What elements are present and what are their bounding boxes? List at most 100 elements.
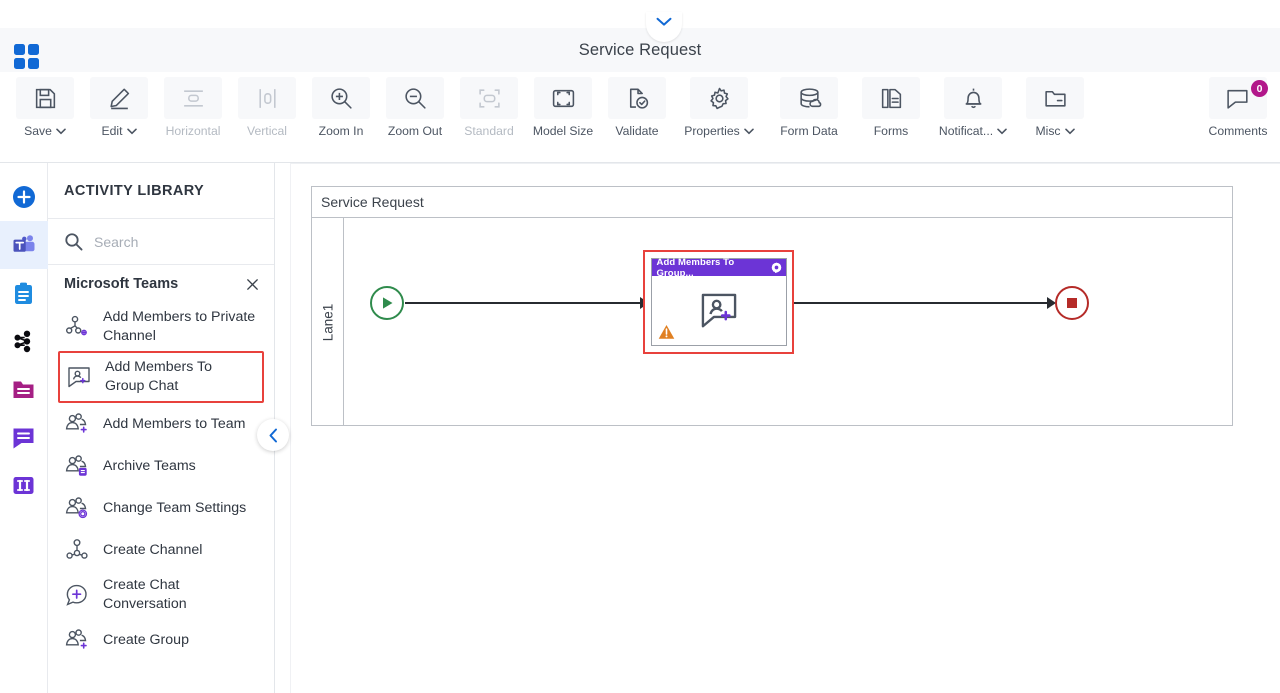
toolbar-item-properties[interactable]: Properties [674, 77, 764, 151]
toolbar-item-model-size[interactable]: Model Size [526, 77, 600, 151]
comments-badge: 0 [1251, 80, 1268, 97]
activity-item-label: Create Group [103, 631, 189, 648]
add-member-channel-icon [64, 314, 90, 340]
stop-square-icon [1067, 298, 1077, 308]
toolbar-item-zoom-out[interactable]: Zoom Out [378, 77, 452, 151]
activity-item-create-group[interactable]: Create Group [48, 619, 274, 661]
diagram-canvas[interactable]: Service Request Lane1 Add Members To Gro… [290, 163, 1280, 693]
panel-collapse-button[interactable] [257, 419, 289, 451]
activity-item-add-members-team[interactable]: Add Members to Team [48, 403, 274, 445]
toolbar-label: Zoom Out [387, 124, 443, 138]
plus-circle-icon [11, 184, 37, 210]
rail-item-messages[interactable] [0, 413, 48, 461]
gear-icon[interactable] [771, 262, 782, 273]
toolbar-label: Properties [684, 124, 740, 138]
activity-item-label: Add Members to Team [103, 415, 246, 432]
toolbar-item-save[interactable]: Save [8, 77, 82, 151]
sequence-flow-1[interactable] [405, 302, 644, 304]
chevron-left-icon [268, 428, 279, 443]
pool[interactable]: Service Request Lane1 Add Members To Gro… [311, 186, 1233, 426]
rail-item-microsoft-teams[interactable] [0, 221, 48, 269]
clipboard-icon [11, 281, 36, 306]
vertical-icon [238, 77, 296, 119]
create-group-icon [64, 627, 90, 653]
end-event-node[interactable] [1055, 286, 1089, 320]
sequence-flow-2[interactable] [794, 302, 1051, 304]
activity-group-label: Microsoft Teams [64, 276, 179, 292]
activity-item-label: Create Chat Conversation [103, 577, 187, 612]
chevron-down-icon [743, 128, 754, 135]
toolbar-item-validate[interactable]: Validate [600, 77, 674, 151]
activity-list: Add Members to Private Channel Add Membe… [48, 303, 274, 693]
chevron-down-icon [656, 17, 672, 27]
search-icon [64, 232, 83, 251]
activity-item-add-members-group-chat[interactable]: Add Members To Group Chat [58, 351, 264, 403]
teams-icon [11, 232, 37, 258]
add-member-chat-icon [66, 364, 92, 390]
warning-triangle-icon [658, 324, 675, 340]
panel-title: ACTIVITY LIBRARY [48, 163, 274, 219]
chevron-down-icon [1064, 128, 1075, 135]
close-icon[interactable] [245, 277, 260, 292]
toolbar-label: Validate [615, 124, 659, 138]
add-member-team-icon [64, 411, 90, 437]
activity-item-change-team-settings[interactable]: Change Team Settings [48, 487, 274, 529]
save-floppy-icon [16, 77, 74, 119]
page-title: Service Request [578, 40, 702, 59]
lane-body[interactable]: Add Members To Group... [344, 218, 1234, 426]
archive-teams-icon [64, 453, 90, 479]
toolbar-item-comments[interactable]: 0 Comments [1196, 77, 1280, 151]
activity-item-label: Archive Teams [103, 457, 196, 474]
toolbar-item-edit[interactable]: Edit [82, 77, 156, 151]
add-member-chat-icon [701, 293, 736, 327]
lane[interactable]: Lane1 Add Members To Group... [312, 218, 1234, 426]
activity-library-panel: ACTIVITY LIBRARY Microsoft Teams [48, 163, 275, 693]
toolbar-label: Forms [873, 124, 909, 138]
rail-item-add-new[interactable] [0, 173, 48, 221]
toolbar-item-forms[interactable]: Forms [854, 77, 928, 151]
toolbar-label: Save [24, 124, 52, 138]
activity-item-archive-teams[interactable]: Archive Teams [48, 445, 274, 487]
columns-icon [11, 473, 36, 498]
search-input[interactable] [94, 233, 244, 250]
create-channel-icon [64, 537, 90, 563]
lane-label: Lane1 [312, 218, 344, 426]
standard-fit-icon [460, 77, 518, 119]
toolbar: Save Edit Horizontal Vertical Zoom In Zo… [0, 72, 1280, 163]
task-body [652, 276, 786, 345]
toolbar-label: Comments [1208, 124, 1268, 138]
toolbar-item-standard[interactable]: Standard [452, 77, 526, 151]
chevron-down-icon [56, 128, 66, 135]
pencil-icon [90, 77, 148, 119]
activity-item-create-chat-conversation[interactable]: Create Chat Conversation [48, 571, 274, 619]
chevron-down-icon [997, 128, 1007, 135]
activity-item-label: Add Members To Group Chat [105, 359, 212, 394]
gear-icon [690, 77, 748, 119]
activity-item-create-channel[interactable]: Create Channel [48, 529, 274, 571]
toolbar-item-misc[interactable]: Misc [1018, 77, 1092, 151]
toolbar-item-form-data[interactable]: Form Data [764, 77, 854, 151]
toolbar-item-zoom-in[interactable]: Zoom In [304, 77, 378, 151]
rail-item-folders[interactable] [0, 365, 48, 413]
create-chat-icon [64, 582, 90, 608]
model-size-icon [534, 77, 592, 119]
folder-icon [1026, 77, 1084, 119]
activity-group-header: Microsoft Teams [48, 265, 274, 303]
rail-item-workflow[interactable] [0, 317, 48, 365]
forms-copy-icon [862, 77, 920, 119]
toolbar-item-notifications[interactable]: Notificat... [928, 77, 1018, 151]
start-event-node[interactable] [370, 286, 404, 320]
activity-item-add-members-private-channel[interactable]: Add Members to Private Channel [48, 303, 274, 351]
task-node[interactable]: Add Members To Group... [650, 257, 787, 346]
toolbar-label: Edit [101, 124, 123, 138]
app-root: Service Request Save Edit Horizontal Ver… [0, 0, 1280, 693]
toolbar-item-vertical[interactable]: Vertical [230, 77, 304, 151]
app-grid-icon[interactable] [14, 44, 40, 69]
toolbar-label: Misc [1035, 124, 1061, 138]
left-rail [0, 163, 48, 693]
rail-item-columns[interactable] [0, 461, 48, 509]
rail-item-tasks[interactable] [0, 269, 48, 317]
toolbar-item-horizontal[interactable]: Horizontal [156, 77, 230, 151]
activity-item-label: Add Members to Private Channel [103, 309, 256, 344]
task-selection-frame[interactable]: Add Members To Group... [643, 250, 794, 354]
